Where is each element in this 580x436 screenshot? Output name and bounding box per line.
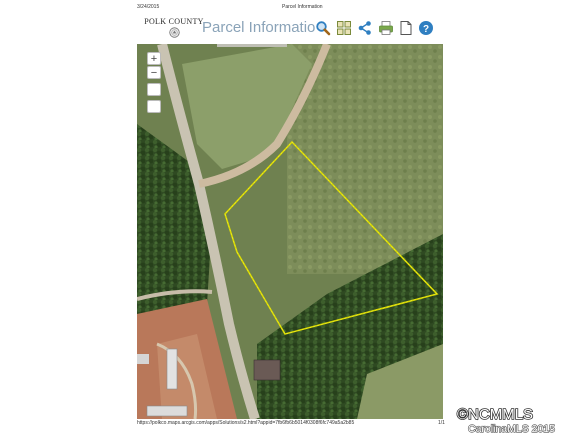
logo-text: POLK COUNTY [144, 17, 204, 26]
grid-icon[interactable] [336, 20, 352, 36]
share-icon[interactable] [357, 20, 373, 36]
help-icon[interactable]: ? [418, 20, 434, 36]
footer-url: https://polkco.maps.arcgis.com/apps/Solu… [137, 420, 355, 426]
footer-page-number: 1/1 [438, 420, 445, 426]
document-icon[interactable] [398, 20, 414, 36]
app-title: Parcel Informatio [202, 19, 316, 36]
search-icon[interactable] [315, 20, 331, 36]
county-logo: POLK COUNTY [143, 17, 205, 41]
print-title: Parcel Information [282, 4, 323, 10]
app-header: POLK COUNTY Parcel Informatio ? [137, 16, 443, 44]
aerial-imagery[interactable] [137, 44, 443, 419]
watermark-line1: ©NCMMLS [457, 406, 533, 423]
county-seal-icon [168, 27, 180, 38]
print-header: 3/24/2015 Parcel Information [0, 4, 580, 14]
zoom-out-button[interactable]: − [147, 66, 161, 79]
mls-watermark: ©NCMMLS CarolinaMLS 2015 [456, 405, 556, 434]
aerial-map[interactable]: + − [137, 44, 443, 419]
zoom-in-button[interactable]: + [147, 52, 161, 65]
svg-text:?: ? [423, 24, 429, 35]
watermark-line2: CarolinaMLS 2015 [468, 423, 555, 434]
print-date: 3/24/2015 [137, 4, 160, 10]
locate-button[interactable] [147, 100, 161, 113]
print-icon[interactable] [378, 20, 394, 36]
home-button[interactable] [147, 83, 161, 96]
